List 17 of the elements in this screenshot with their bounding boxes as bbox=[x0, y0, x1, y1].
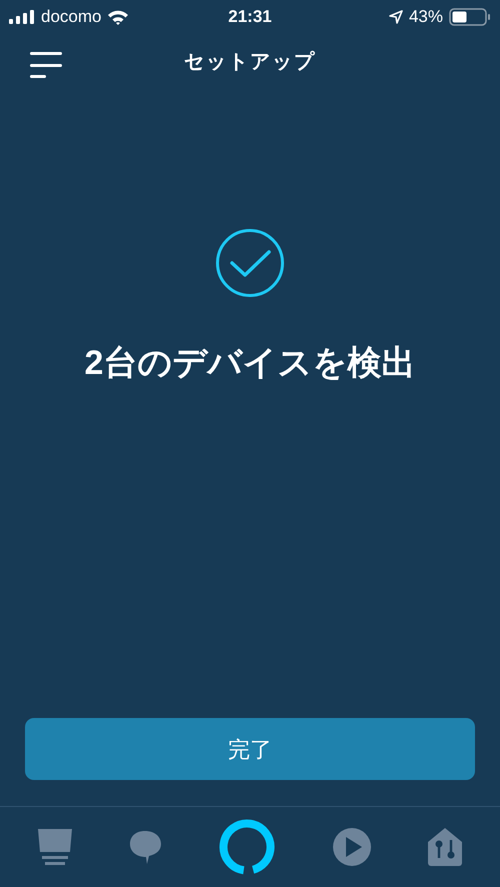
battery-percent: 43% bbox=[408, 6, 443, 28]
ring-icon[interactable] bbox=[216, 817, 277, 877]
clock-time: 21:31 bbox=[228, 6, 272, 28]
signal-icon bbox=[9, 10, 35, 24]
carrier-name: docomo bbox=[41, 6, 102, 28]
speech-bubble-icon[interactable] bbox=[128, 829, 162, 865]
result-heading: 2台のデバイスを検出 bbox=[84, 343, 416, 384]
check-circle-icon bbox=[215, 228, 285, 298]
wifi-icon bbox=[107, 9, 130, 25]
play-icon[interactable] bbox=[332, 827, 372, 867]
smart-home-icon[interactable] bbox=[426, 828, 463, 866]
done-button[interactable]: 完了 bbox=[25, 718, 475, 780]
battery-icon bbox=[449, 8, 491, 26]
screen-title: セットアップ bbox=[184, 50, 316, 75]
location-arrow-icon bbox=[388, 10, 403, 24]
menu-button[interactable] bbox=[30, 52, 64, 78]
home-feed-icon[interactable] bbox=[37, 828, 74, 866]
